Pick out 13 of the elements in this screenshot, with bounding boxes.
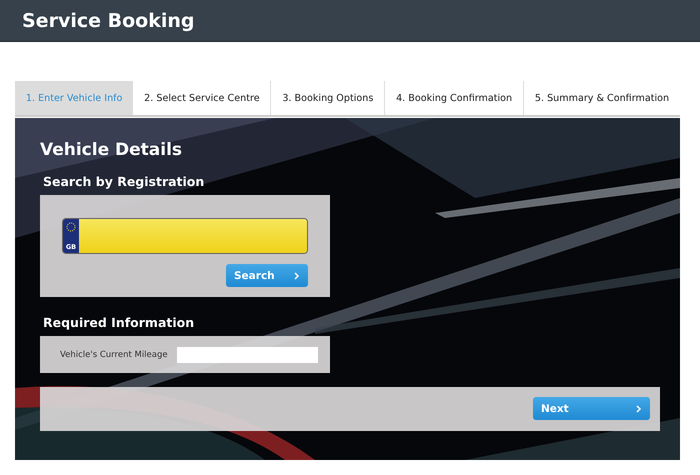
chevron-right-icon bbox=[636, 404, 642, 412]
page-title: Service Booking bbox=[22, 10, 194, 32]
field-label: Vehicle's Current Mileage bbox=[60, 350, 168, 360]
chevron-right-icon bbox=[294, 272, 300, 280]
step-tab[interactable]: 5. Summary & Confirmation bbox=[523, 81, 680, 115]
step-tab[interactable]: 4. Booking Confirmation bbox=[384, 81, 523, 115]
mileage-field[interactable] bbox=[176, 346, 318, 362]
section-heading: Required Information bbox=[43, 315, 196, 330]
section-title: Vehicle Details bbox=[40, 140, 184, 160]
eu-stars-icon bbox=[66, 222, 76, 232]
step-tab[interactable]: 2. Select Service Centre bbox=[133, 81, 270, 115]
step-tab[interactable]: 3. Booking Options bbox=[270, 81, 384, 115]
section-heading: Search by Registration bbox=[43, 174, 206, 189]
